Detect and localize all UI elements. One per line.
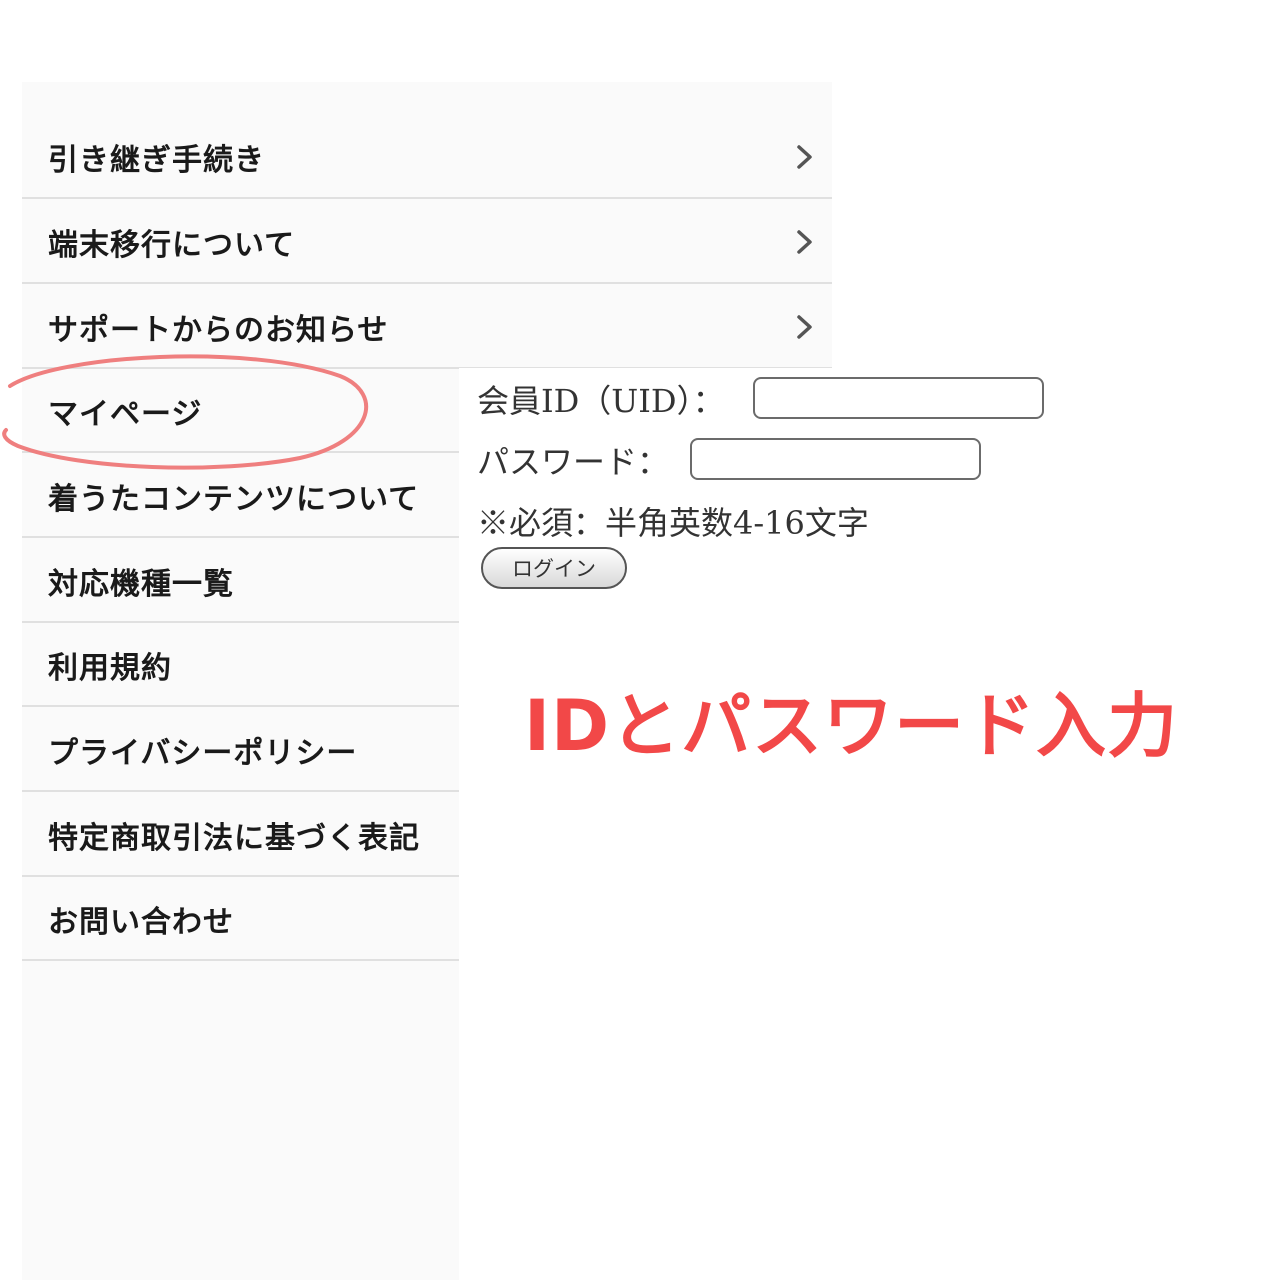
- menu-item-label: お問い合わせ: [48, 904, 234, 940]
- menu-header-spacer: [22, 82, 832, 118]
- menu-item-privacy-policy[interactable]: プライバシーポリシー: [22, 709, 459, 792]
- menu-item-label: 特定商取引法に基づく表記: [48, 820, 420, 856]
- requirement-note: ※必須：半角英数4-16文字: [477, 498, 869, 544]
- menu-item-label: 利用規約: [48, 650, 172, 686]
- menu-item-label: 端末移行について: [48, 227, 296, 263]
- menu-item-label: 対応機種一覧: [48, 566, 234, 602]
- chevron-right-icon: [797, 144, 812, 169]
- circle-annotation: [2, 354, 368, 470]
- menu-item-label: サポートからのお知らせ: [48, 312, 389, 348]
- uid-input[interactable]: [753, 377, 1044, 419]
- menu-item-contact[interactable]: お問い合わせ: [22, 878, 459, 961]
- password-input[interactable]: [690, 438, 981, 480]
- requirement-note-text: ※必須：半角英数4-16文字: [477, 504, 869, 542]
- chevron-right-icon: [797, 314, 812, 339]
- chevron-right-icon: [797, 229, 812, 254]
- annotation-text: IDとパスワード入力: [524, 685, 1179, 767]
- uid-label: 会員ID（UID）：: [477, 382, 725, 420]
- password-row: パスワード：: [477, 437, 669, 483]
- login-button[interactable]: ログイン: [481, 547, 627, 589]
- menu-item-label: 着うたコンテンツについて: [48, 481, 420, 517]
- menu-item-commercial-transactions[interactable]: 特定商取引法に基づく表記: [22, 794, 459, 877]
- menu-item-label: プライバシーポリシー: [48, 735, 358, 771]
- uid-row: 会員ID（UID）：: [477, 376, 725, 422]
- menu-item-label: 引き継ぎ手続き: [48, 142, 265, 178]
- menu-item-transfer-procedure[interactable]: 引き継ぎ手続き: [22, 116, 832, 199]
- menu-item-terms-of-use[interactable]: 利用規約: [22, 624, 459, 707]
- password-label: パスワード：: [477, 443, 670, 481]
- menu-item-device-migration[interactable]: 端末移行について: [22, 201, 832, 284]
- menu-item-supported-devices[interactable]: 対応機種一覧: [22, 540, 459, 623]
